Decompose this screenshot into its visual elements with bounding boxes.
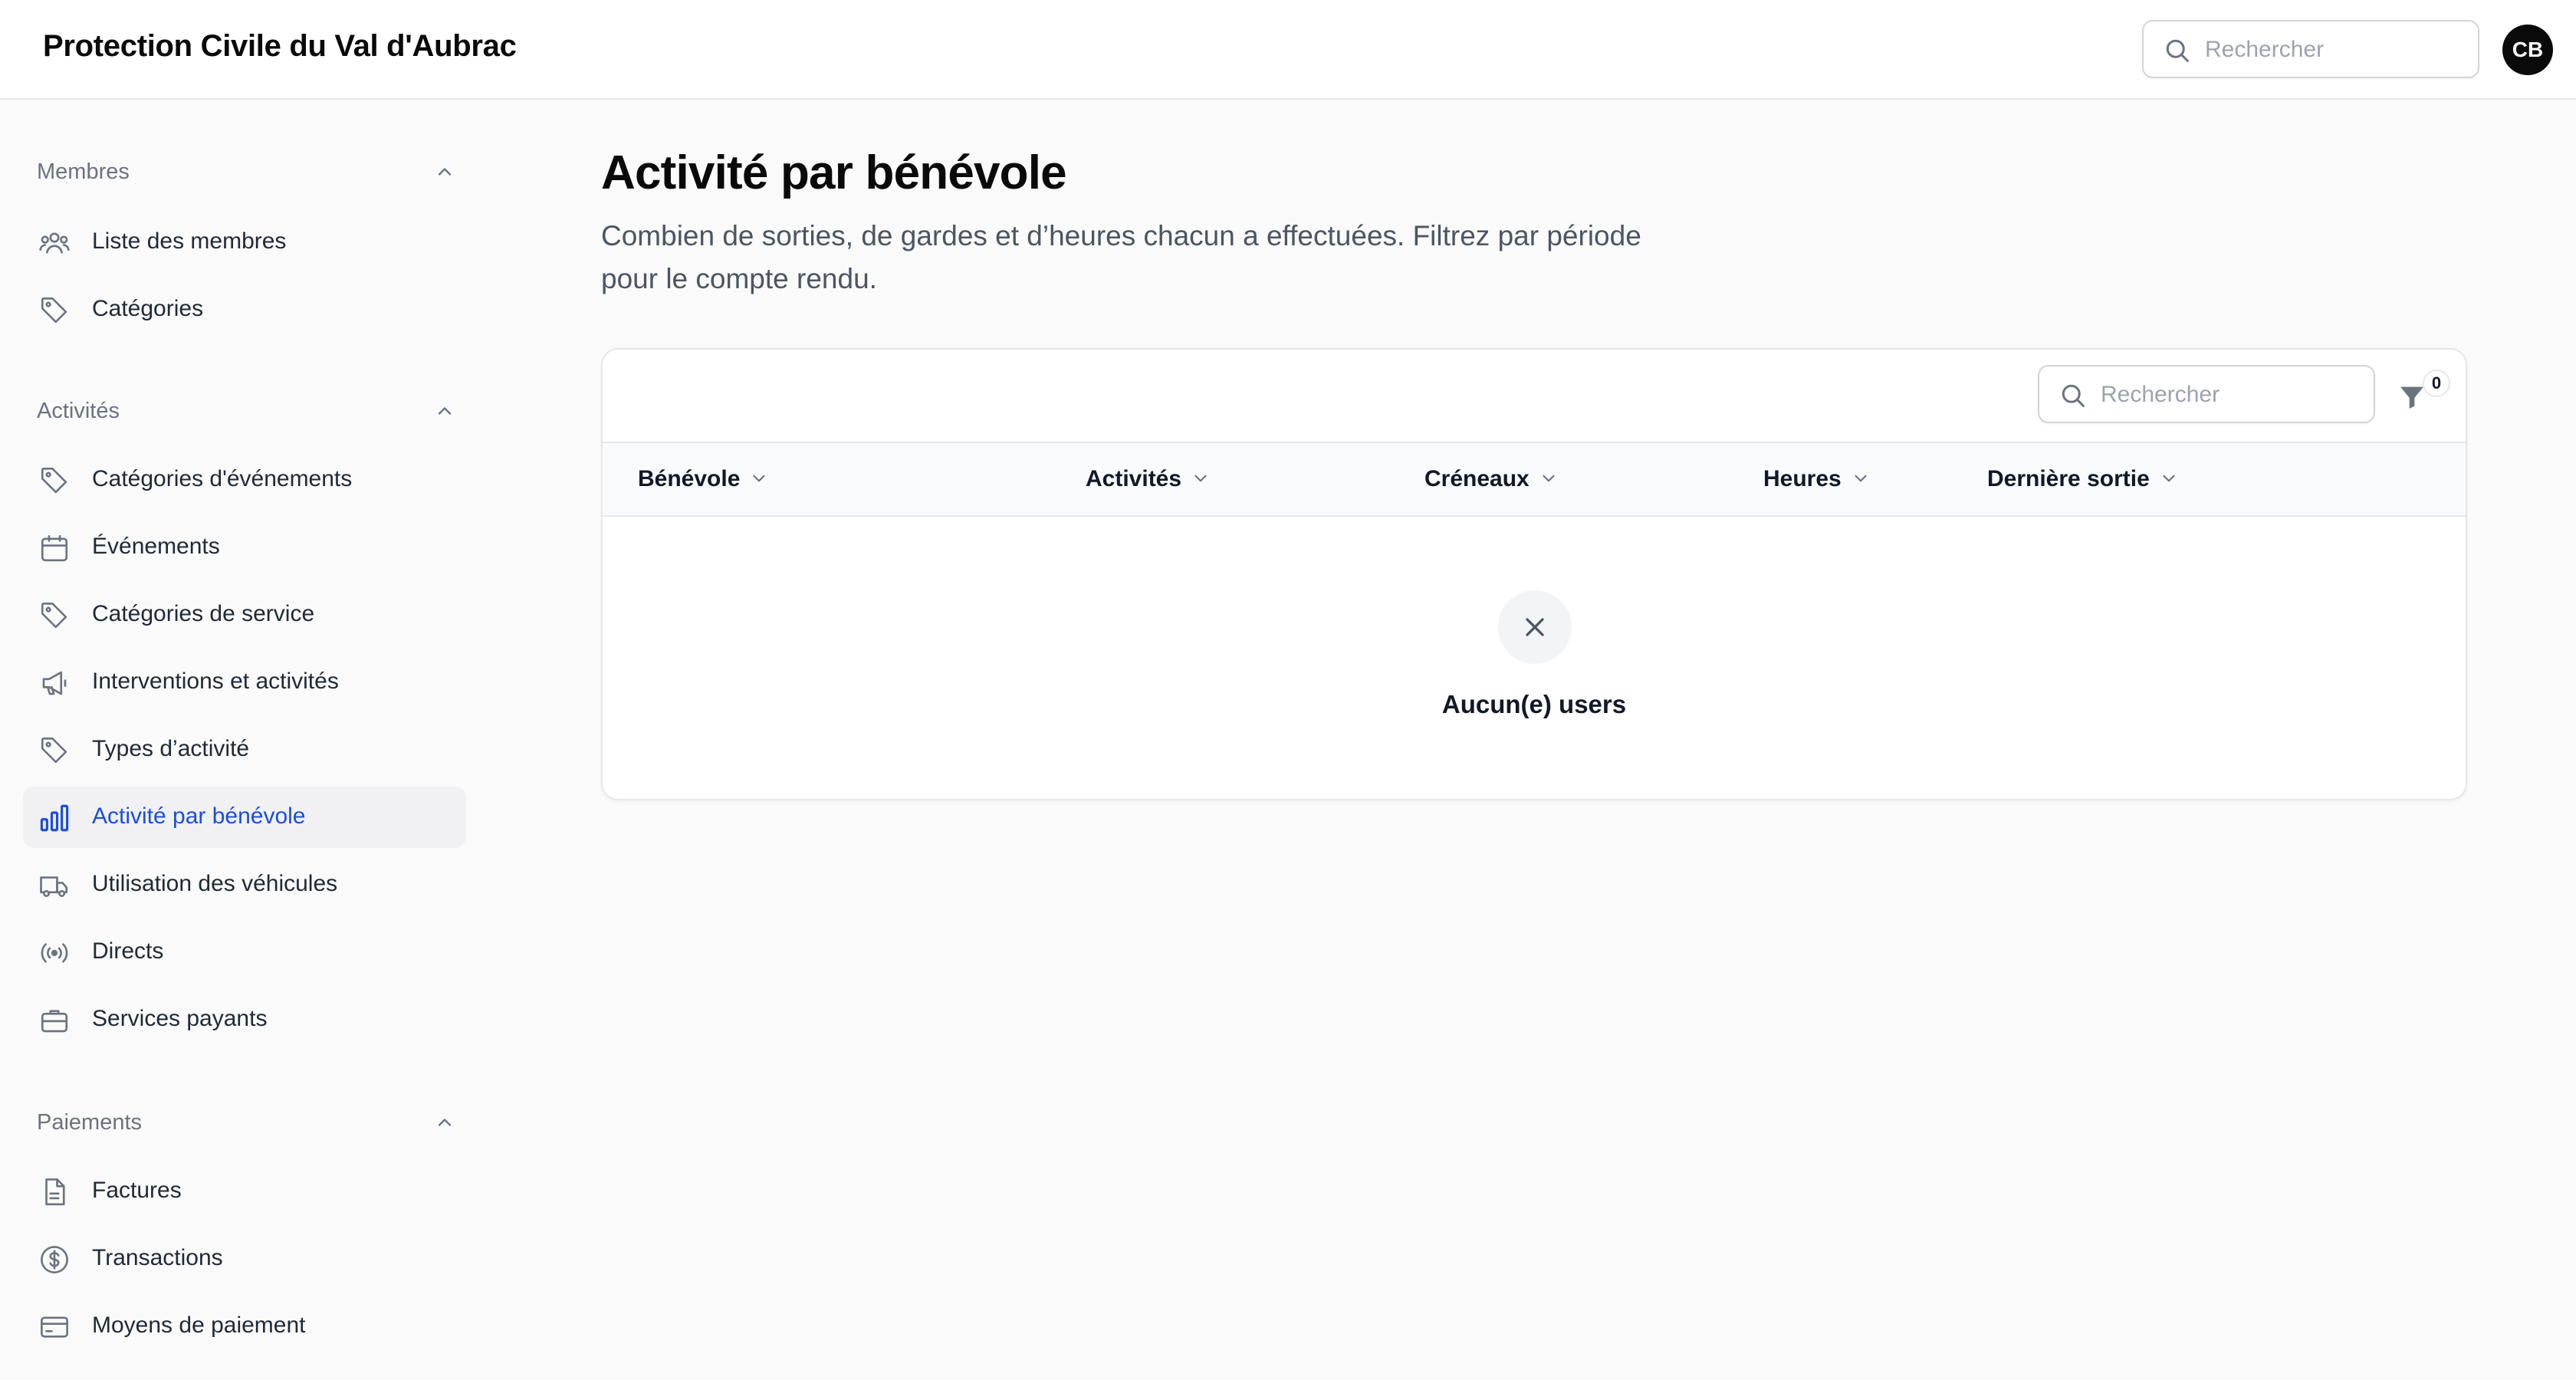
sidebar-item-activite-par-benevole[interactable]: Activité par bénévole — [23, 787, 466, 848]
sidebar-item-transactions[interactable]: Transactions — [23, 1228, 466, 1290]
table-search-input[interactable] — [2101, 377, 2361, 412]
truck-icon — [40, 876, 68, 897]
table-search[interactable] — [2038, 365, 2375, 423]
sidebar-item-label: Transactions — [92, 1245, 223, 1270]
column-header-activites[interactable]: Activités — [1086, 466, 1211, 497]
sidebar-item-evenements[interactable]: Événements — [23, 517, 466, 578]
sidebar-item-categories-service[interactable]: Catégories de service — [23, 584, 466, 646]
column-header-derniere-sortie[interactable]: Dernière sortie — [1987, 466, 2179, 497]
briefcase-icon — [41, 1010, 68, 1033]
filter-button[interactable]: 0 — [2397, 370, 2458, 422]
bar-chart-icon — [40, 804, 69, 832]
top-bar: Protection Civile du Val d'Aubrac CB — [0, 0, 2576, 100]
broadcast-icon — [41, 943, 68, 963]
sidebar-item-categories-evenements[interactable]: Catégories d'événements — [23, 449, 466, 511]
dollar-circle-icon — [41, 1246, 68, 1273]
chevron-up-icon[interactable] — [434, 161, 455, 182]
sidebar-item-types-activite[interactable]: Types d’activité — [23, 719, 466, 780]
user-avatar[interactable]: CB — [2502, 25, 2553, 75]
calendar-icon — [41, 534, 68, 562]
column-header-label: Bénévole — [638, 466, 741, 491]
megaphone-icon — [42, 671, 67, 695]
chevron-down-icon — [1855, 475, 1867, 482]
users-icon — [39, 232, 70, 254]
global-search[interactable] — [2142, 20, 2479, 78]
tag-icon — [41, 467, 67, 494]
chevron-down-icon — [753, 475, 765, 482]
sidebar: Membres Liste des membres Catégories Act… — [0, 101, 491, 1380]
sidebar-item-label: Catégories d'événements — [92, 466, 353, 491]
sidebar-group-activites[interactable]: Activités — [37, 388, 455, 434]
sidebar-item-label: Services payants — [92, 1006, 268, 1031]
sidebar-item-label: Directs — [92, 938, 164, 964]
sidebar-group-paiements[interactable]: Paiements — [37, 1099, 455, 1145]
sidebar-group-label: Activités — [37, 399, 120, 423]
filter-count-badge: 0 — [2423, 370, 2450, 397]
tag-icon — [41, 602, 67, 629]
sidebar-group-label: Membres — [37, 159, 130, 184]
sidebar-group-membres[interactable]: Membres — [37, 149, 455, 195]
chevron-down-icon — [2163, 475, 2175, 482]
sidebar-item-label: Types d’activité — [92, 736, 250, 761]
sidebar-item-label: Interventions et activités — [92, 669, 339, 694]
sidebar-item-directs[interactable]: Directs — [23, 922, 466, 983]
sidebar-item-label: Utilisation des véhicules — [92, 871, 338, 896]
column-header-creneaux[interactable]: Créneaux — [1424, 466, 1559, 497]
sidebar-item-services-payants[interactable]: Services payants — [23, 989, 466, 1050]
close-icon — [1526, 618, 1544, 636]
sidebar-item-label: Catégories — [92, 296, 204, 321]
sidebar-item-label: Catégories de service — [92, 601, 315, 626]
sidebar-item-label: Liste des membres — [92, 228, 287, 254]
sidebar-item-interventions[interactable]: Interventions et activités — [23, 652, 466, 713]
chevron-down-icon — [1543, 475, 1555, 482]
app-title[interactable]: Protection Civile du Val d'Aubrac — [43, 29, 517, 64]
chevron-up-icon[interactable] — [434, 1112, 455, 1133]
column-header-label: Créneaux — [1424, 466, 1530, 491]
table-card: 0 Bénévole Activités Créneaux Heures Der… — [601, 348, 2467, 800]
sidebar-item-label: Factures — [92, 1178, 182, 1203]
search-icon — [2166, 39, 2189, 62]
tag-icon — [41, 297, 67, 324]
sidebar-item-moyens-de-paiement[interactable]: Moyens de paiement — [23, 1296, 466, 1357]
credit-card-icon — [41, 1316, 68, 1338]
empty-state-text: Aucun(e) users — [1441, 690, 1627, 718]
chevron-up-icon[interactable] — [434, 400, 455, 422]
column-header-label: Dernière sortie — [1987, 466, 2150, 491]
chevron-down-icon — [1194, 475, 1207, 482]
sidebar-item-liste-des-membres[interactable]: Liste des membres — [23, 212, 466, 273]
page-title: Activité par bénévole — [601, 146, 1067, 199]
page-description: Combien de sorties, de gardes et d’heure… — [601, 220, 1641, 294]
tag-icon — [41, 737, 67, 764]
empty-state-icon-wrap — [1498, 590, 1572, 664]
sidebar-item-label: Événements — [92, 534, 220, 559]
global-search-input[interactable] — [2205, 32, 2466, 67]
column-header-label: Heures — [1763, 466, 1842, 491]
column-header-label: Activités — [1086, 466, 1182, 491]
sidebar-item-label: Activité par bénévole — [92, 803, 306, 829]
empty-state: Aucun(e) users — [603, 517, 2466, 799]
sidebar-group-label: Paiements — [37, 1110, 143, 1135]
column-header-heures[interactable]: Heures — [1763, 466, 1871, 497]
sidebar-item-utilisation-vehicules[interactable]: Utilisation des véhicules — [23, 854, 466, 915]
search-icon — [2062, 384, 2085, 407]
column-header-benevole[interactable]: Bénévole — [638, 466, 769, 497]
sidebar-item-categories[interactable]: Catégories — [23, 279, 466, 340]
sidebar-item-label: Moyens de paiement — [92, 1313, 306, 1338]
table-toolbar: 0 — [603, 350, 2466, 442]
table-header: Bénévole Activités Créneaux Heures Derni… — [603, 442, 2466, 517]
document-icon — [45, 1178, 65, 1206]
sidebar-item-factures[interactable]: Factures — [23, 1161, 466, 1222]
